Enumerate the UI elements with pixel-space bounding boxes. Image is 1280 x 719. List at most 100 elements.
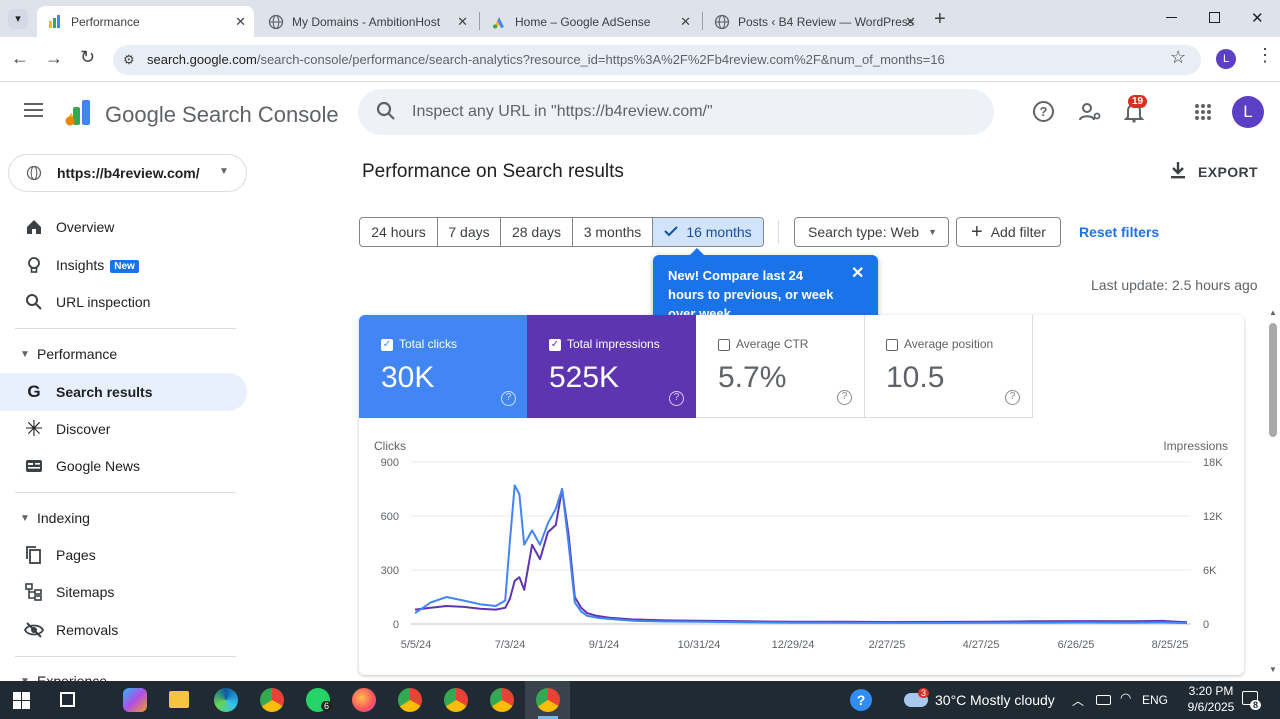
weather-desc[interactable]: Mostly cloudy — [970, 692, 1055, 708]
sidebar-item-discover[interactable]: ✳ Discover — [0, 410, 247, 448]
manage-users-icon[interactable] — [1078, 100, 1102, 129]
tab-search-icon[interactable]: ▾ — [8, 9, 28, 29]
export-button[interactable]: EXPORT — [1170, 160, 1258, 184]
language-indicator[interactable]: ENG — [1142, 693, 1168, 707]
help-icon[interactable]: ? — [1033, 101, 1054, 122]
tray-chevron-up-icon[interactable]: ︿ — [1072, 692, 1084, 709]
edge-icon[interactable] — [214, 688, 238, 712]
section-performance[interactable]: ▼ Performance — [0, 339, 247, 369]
close-icon[interactable]: ✕ — [235, 14, 246, 30]
chrome-icon[interactable] — [260, 688, 284, 712]
x-tick-label: 10/31/24 — [678, 639, 721, 651]
close-icon[interactable]: ✕ — [680, 14, 691, 30]
chip-24-hours[interactable]: 24 hours — [359, 217, 438, 247]
checkbox-unchecked-icon[interactable] — [886, 339, 898, 351]
bookmark-star-icon[interactable]: ☆ — [1170, 47, 1186, 68]
new-tab-icon[interactable]: + — [934, 8, 946, 31]
help-circle-icon[interactable]: ? — [837, 390, 852, 405]
search-type-dropdown[interactable]: Search type: Web ▼ — [794, 217, 949, 247]
close-icon[interactable]: ✕ — [457, 14, 468, 30]
checkbox-unchecked-icon[interactable] — [718, 339, 730, 351]
clock-time[interactable]: 3:20 PM — [1181, 684, 1241, 698]
checkbox-checked-icon[interactable]: ✓ — [381, 339, 393, 351]
weather-temp[interactable]: 30°C — [935, 692, 966, 708]
file-explorer-icon[interactable] — [169, 691, 189, 708]
page-scrollbar[interactable]: ▲ ▼ — [1266, 308, 1280, 681]
sidebar-item-search-results[interactable]: G Search results — [0, 373, 247, 411]
url-inspect-search[interactable]: Inspect any URL in "https://b4review.com… — [358, 89, 994, 135]
copilot-icon[interactable] — [123, 688, 147, 712]
hamburger-menu-icon[interactable] — [24, 103, 43, 117]
help-circle-icon[interactable]: ? — [669, 391, 684, 406]
sitemap-icon — [24, 582, 44, 602]
metric-average-position[interactable]: Average position 10.5 ? — [864, 315, 1033, 418]
wifi-icon[interactable]: ◠ — [1120, 690, 1131, 706]
apps-grid-icon[interactable] — [1195, 104, 1211, 120]
help-app-icon[interactable]: ? — [850, 689, 872, 711]
reset-filters-link[interactable]: Reset filters — [1079, 224, 1159, 240]
y2-tick-label: 12K — [1203, 511, 1223, 523]
section-indexing[interactable]: ▼ Indexing — [0, 503, 247, 533]
x-tick-label: 2/27/25 — [869, 639, 906, 651]
sidebar-item-google-news[interactable]: Google News — [0, 447, 247, 485]
chip-label: 24 hours — [371, 224, 426, 240]
checkbox-checked-icon[interactable]: ✓ — [549, 339, 561, 351]
chip-label: 7 days — [448, 224, 490, 240]
tab-performance[interactable]: Performance ✕ — [37, 6, 254, 37]
chrome-icon[interactable] — [444, 688, 468, 712]
sidebar-item-removals[interactable]: Removals — [0, 611, 247, 649]
chip-3-months[interactable]: 3 months — [572, 217, 653, 247]
metric-average-ctr[interactable]: Average CTR 5.7% ? — [696, 315, 865, 418]
plus-icon: + — [971, 221, 983, 243]
restore-icon[interactable] — [1209, 12, 1220, 23]
reload-icon[interactable]: ↻ — [80, 47, 95, 68]
metric-total-clicks[interactable]: ✓ Total clicks 30K ? — [359, 315, 528, 418]
tooltip-arrow — [689, 248, 705, 256]
task-view-icon[interactable] — [60, 692, 75, 707]
chrome-profile-icon[interactable] — [490, 688, 514, 712]
search-console-logo-icon — [63, 97, 95, 134]
firefox-icon[interactable] — [352, 688, 376, 712]
metric-total-impressions[interactable]: ✓ Total impressions 525K ? — [527, 315, 696, 418]
help-circle-icon[interactable]: ? — [1005, 390, 1020, 405]
y-axis-label-right: Impressions — [1163, 439, 1228, 453]
back-icon[interactable]: ← — [11, 48, 29, 69]
scroll-down-arrow[interactable]: ▼ — [1269, 665, 1277, 674]
profile-avatar[interactable]: L — [1216, 49, 1236, 69]
browser-menu-icon[interactable]: ⋮ — [1256, 46, 1274, 64]
x-tick-label: 8/25/25 — [1152, 639, 1189, 651]
close-icon[interactable]: ✕ — [905, 14, 916, 30]
clock-date[interactable]: 9/6/2025 — [1176, 700, 1246, 714]
help-circle-icon[interactable]: ? — [501, 391, 516, 406]
property-selector[interactable]: https://b4review.com/ ▼ — [8, 154, 247, 192]
sidebar-item-pages[interactable]: Pages — [0, 536, 247, 574]
chip-16-months[interactable]: 16 months — [652, 217, 764, 247]
sidebar-item-insights[interactable]: Insights New — [0, 246, 247, 284]
minimize-icon[interactable] — [1166, 17, 1177, 18]
windows-start-icon[interactable] — [13, 692, 30, 709]
chip-7-days[interactable]: 7 days — [437, 217, 501, 247]
chrome-active-icon[interactable] — [536, 688, 560, 712]
window-close-icon[interactable]: ✕ — [1251, 9, 1264, 27]
close-icon[interactable]: ✕ — [851, 263, 864, 283]
y2-tick-label: 18K — [1203, 457, 1223, 469]
tab-wordpress[interactable]: Posts ‹ B4 Review — WordPress ✕ — [704, 6, 924, 37]
tab-adsense[interactable]: Home – Google AdSense ✕ — [481, 6, 699, 37]
sidebar-item-overview[interactable]: Overview — [0, 208, 247, 246]
site-settings-icon[interactable]: ⚙ — [123, 45, 135, 75]
account-avatar[interactable]: L — [1232, 96, 1264, 128]
y2-tick-labels: 18K 12K 6K 0 — [1203, 457, 1223, 631]
performance-chart: Clicks Impressions 9006003000 18K12K6K0 … — [374, 439, 1228, 651]
add-filter-button[interactable]: + Add filter — [956, 217, 1061, 247]
sidebar-item-sitemaps[interactable]: Sitemaps — [0, 573, 247, 611]
sidebar-item-url-inspection[interactable]: URL inspection — [0, 283, 247, 321]
tab-ambitionhost[interactable]: My Domains - AmbitionHost ✕ — [258, 6, 476, 37]
forward-icon[interactable]: → — [45, 48, 63, 69]
chrome-profile-icon[interactable] — [398, 688, 422, 712]
scroll-up-arrow[interactable]: ▲ — [1269, 308, 1277, 317]
address-bar[interactable]: ⚙ search.google.com/search-console/perfo… — [113, 45, 1201, 75]
scrollbar-thumb[interactable] — [1269, 323, 1277, 437]
last-update-text: Last update: 2.5 hours ago — [1091, 277, 1258, 293]
chip-28-days[interactable]: 28 days — [500, 217, 573, 247]
battery-icon[interactable] — [1096, 695, 1111, 705]
